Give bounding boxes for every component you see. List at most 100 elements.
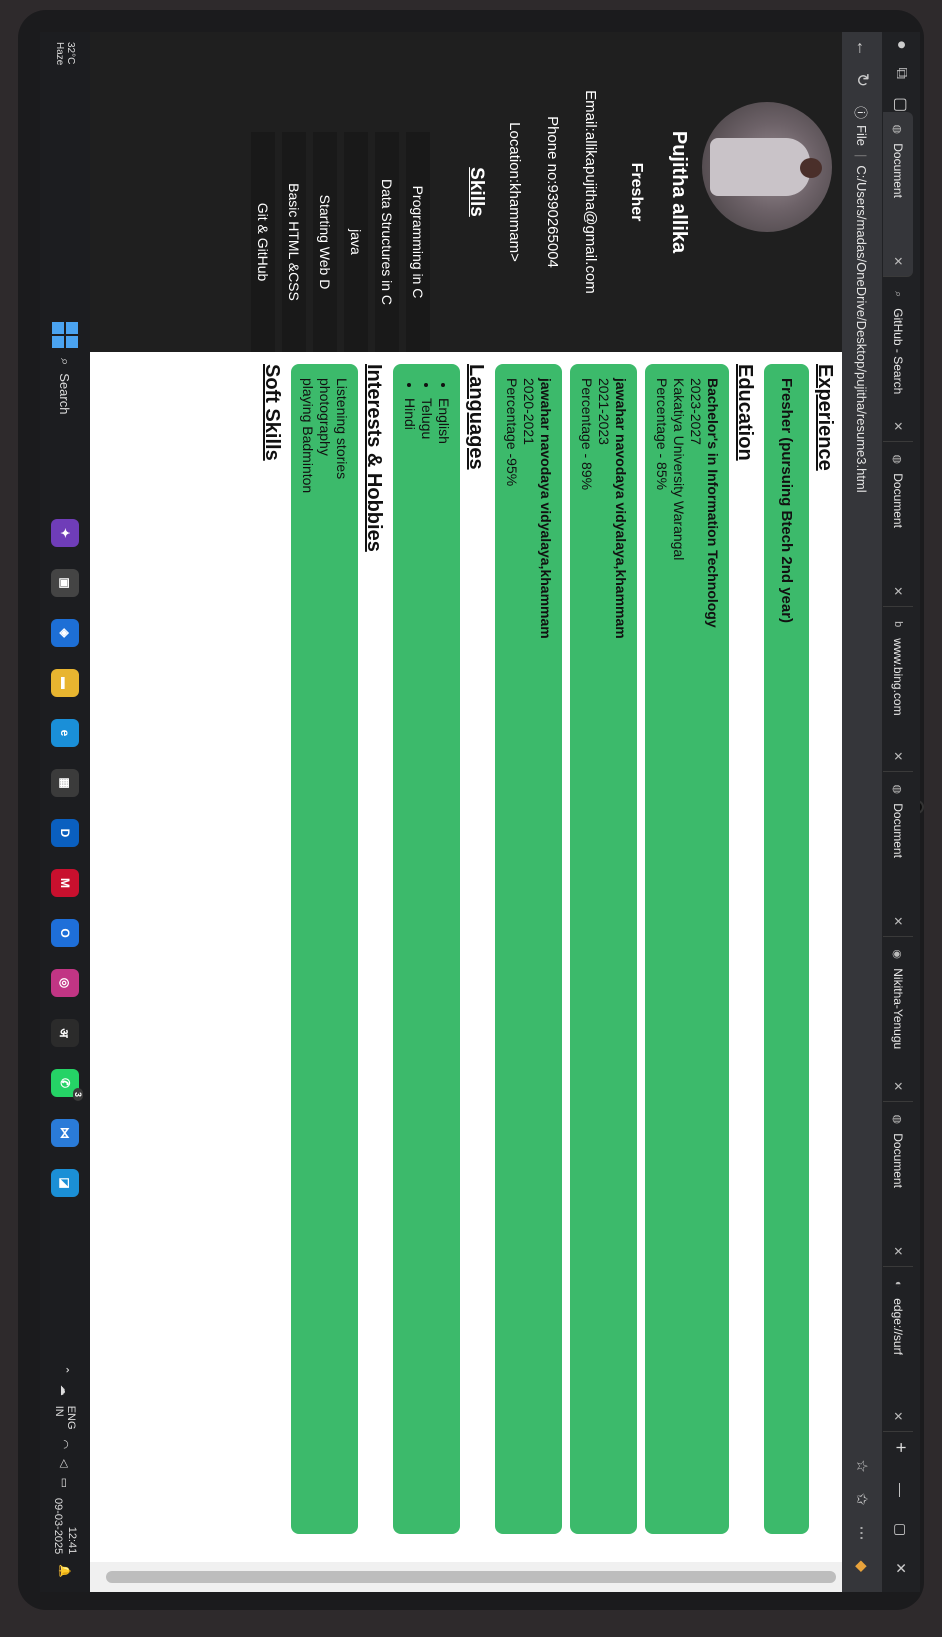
profile-location: Location:khammam>	[506, 122, 523, 262]
tab-github-search[interactable]: ⌕ GitHub - Search ✕	[883, 277, 913, 443]
instagram-icon[interactable]: ◎	[51, 969, 79, 997]
url-field[interactable]: ⓘ File | C:/Users/madas/OneDrive/Desktop…	[848, 106, 876, 1459]
close-tab-icon[interactable]: ✕	[891, 1411, 905, 1421]
page-scrollbar[interactable]	[90, 1562, 842, 1592]
tab-edge-surf[interactable]: ◐ edge://surf ✕	[883, 1267, 913, 1433]
globe-icon: ◍	[891, 1114, 904, 1125]
interests-card: Listening stories photography playing Ba…	[291, 364, 358, 1534]
laptop-screen: ● ⧉ ▢ ◍ Document ✕ ⌕ GitHub - Search ✕ ◍…	[40, 32, 920, 1592]
experience-title: Fresher (pursuing Btech 2nd year)	[778, 378, 795, 624]
edge-browser-icon[interactable]: e	[51, 719, 79, 747]
maximize-icon[interactable]: ▢	[893, 1523, 910, 1536]
education-score: Percentage - 85%	[654, 378, 670, 491]
close-tab-icon[interactable]: ✕	[891, 751, 905, 761]
tab-bing[interactable]: b www.bing.com ✕	[883, 607, 913, 773]
more-menu-icon[interactable]: ⋯	[853, 1525, 871, 1540]
language-item: Telugu	[418, 398, 435, 1520]
copilot-app-icon[interactable]: ✦	[51, 519, 79, 547]
profile-email: Email:allikapujitha@gmail.com	[582, 90, 599, 294]
tab-actions-icon[interactable]: ▢	[891, 97, 911, 112]
close-tab-icon[interactable]: ✕	[891, 1246, 905, 1256]
close-tab-icon[interactable]: ✕	[891, 421, 905, 431]
battery-icon[interactable]: ▭	[59, 1478, 72, 1488]
search-icon: ⌕	[58, 358, 73, 366]
interest-item: playing Badminton	[300, 378, 316, 494]
notification-badge: 3	[73, 1087, 83, 1101]
clock[interactable]: 12:41 09-03-2025	[51, 1498, 79, 1554]
chevron-up-icon[interactable]: ⌃	[59, 1365, 72, 1374]
outlook-icon[interactable]: O	[51, 919, 79, 947]
file-explorer-icon[interactable]: ▬	[51, 669, 79, 697]
taskbar-search[interactable]: ⌕ Search	[57, 358, 74, 508]
close-tab-icon[interactable]: ✕	[891, 256, 905, 266]
education-title: jawahar navodaya vidyalaya,khammam	[613, 378, 629, 639]
document-icon: ◍	[891, 124, 904, 135]
github-icon: ◉	[891, 949, 904, 960]
refresh-icon[interactable]: ↻	[852, 64, 872, 96]
address-actions: ☆ ✩ ⋯ ◆	[853, 1459, 871, 1592]
favorite-star-icon[interactable]: ☆	[853, 1459, 871, 1472]
region-code: IN	[53, 1405, 65, 1417]
favorites-icon[interactable]: ✩	[853, 1493, 871, 1506]
tab-bar: ● ⧉ ▢ ◍ Document ✕ ⌕ GitHub - Search ✕ ◍…	[882, 32, 920, 1592]
tab-title: Document	[891, 143, 905, 198]
search-label: Search	[57, 373, 73, 415]
back-icon[interactable]: ←	[852, 32, 872, 64]
language-item: Hindi	[401, 398, 418, 1520]
bing-icon: b	[892, 621, 904, 628]
education-score: Percentage - 89%	[579, 378, 595, 491]
new-tab-button[interactable]: +	[891, 1442, 912, 1453]
start-button[interactable]	[52, 322, 78, 348]
onedrive-icon[interactable]: ☁	[59, 1385, 72, 1396]
whatsapp-icon[interactable]: ✆ 3	[51, 1069, 83, 1101]
scheme-label: File	[854, 125, 870, 146]
dell-icon[interactable]: D	[51, 819, 79, 847]
task-view-icon[interactable]: ▣	[51, 569, 79, 597]
education-school: Kakatiya University Warangal	[671, 378, 687, 561]
tab-document-2[interactable]: ◍ Document ✕	[883, 442, 913, 608]
language-item: English	[435, 398, 452, 1520]
hindi-keyboard-icon[interactable]: अ	[51, 1019, 79, 1047]
education-card: jawahar navodaya vidyalaya,khammam 2021-…	[570, 364, 637, 1534]
notifications-bell-icon[interactable]: 🔔	[59, 1564, 72, 1578]
copilot-icon[interactable]: ◆	[853, 1560, 871, 1572]
skill-item: java	[344, 132, 368, 352]
education-title: Bachelor's in Information Technology	[705, 378, 721, 628]
workspaces-icon[interactable]: ⧉	[892, 68, 910, 79]
photos-icon[interactable]: ◪	[51, 1169, 79, 1197]
education-card: jawahar navodaya vidyalaya,khammam 2020-…	[495, 364, 562, 1534]
copilot-taskbar-icon[interactable]: ◈	[51, 619, 79, 647]
language-indicator[interactable]: ENG IN	[53, 1406, 77, 1430]
avatar-figure	[710, 138, 810, 196]
resume-main: Experience Fresher (pursuing Btech 2nd y…	[90, 352, 842, 1562]
skill-item: Data Structures in C	[375, 132, 399, 352]
search-icon: ⌕	[892, 291, 905, 298]
close-tab-icon[interactable]: ✕	[891, 1081, 905, 1091]
weather-widget[interactable]: 32°C Haze	[54, 42, 76, 82]
skills-list: Programming in C Data Structures in C ja…	[244, 132, 430, 352]
skill-item: Basic HTML &CSS	[282, 132, 306, 352]
info-icon: ⓘ	[853, 106, 869, 120]
minimize-icon[interactable]: —	[893, 1483, 910, 1497]
profile-icon[interactable]: ●	[892, 40, 910, 50]
experience-card: Fresher (pursuing Btech 2nd year)	[764, 364, 809, 1534]
education-title: jawahar navodaya vidyalaya,khammam	[538, 378, 554, 639]
tab-document-active[interactable]: ◍ Document ✕	[883, 112, 913, 278]
close-tab-icon[interactable]: ✕	[891, 586, 905, 596]
volume-icon[interactable]: ◁	[59, 1459, 72, 1467]
mcafee-icon[interactable]: M	[51, 869, 79, 897]
close-tab-icon[interactable]: ✕	[891, 916, 905, 926]
education-years: 2020-2021	[521, 378, 537, 445]
vscode-icon[interactable]: ⋈	[51, 1119, 79, 1147]
wifi-icon[interactable]: ◠	[59, 1440, 72, 1450]
microsoft-store-icon[interactable]: ▦	[51, 769, 79, 797]
close-window-icon[interactable]: ✕	[893, 1562, 910, 1574]
tab-document-3[interactable]: ◍ Document ✕	[883, 772, 913, 938]
scrollbar-thumb[interactable]	[106, 1571, 836, 1583]
tab-title: Document	[891, 803, 905, 858]
education-card: Bachelor's in Information Technology 202…	[645, 364, 729, 1534]
education-score: Percentage -95%	[504, 378, 520, 487]
tab-document-4[interactable]: ◍ Document ✕	[883, 1102, 913, 1268]
education-heading: Education	[734, 364, 756, 461]
tab-github-profile[interactable]: ◉ Nikitha-Yenugu ✕	[883, 937, 913, 1103]
